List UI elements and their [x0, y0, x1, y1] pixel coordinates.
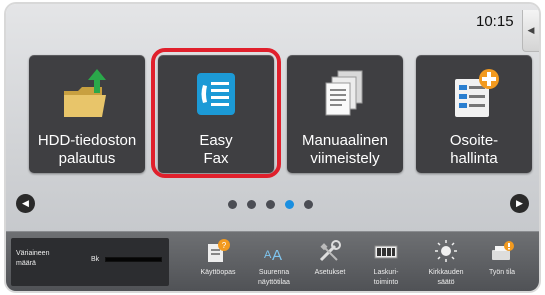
toner-level-bar — [105, 257, 162, 262]
bottom-item-label: Suurenna näyttötilaa — [258, 269, 290, 286]
chevron-right-icon: ▶ — [516, 198, 523, 208]
bottom-item-label: Asetukset — [314, 269, 346, 276]
address-book-add-icon — [416, 65, 532, 127]
tile-label: HDD-tiedoston palautus — [37, 132, 137, 167]
settings-button[interactable]: Asetukset — [302, 238, 358, 278]
next-page-button[interactable]: ▶ — [510, 194, 529, 213]
counter-icon — [358, 238, 414, 264]
svg-text:?: ? — [222, 241, 227, 250]
svg-text:A: A — [264, 249, 272, 261]
manual-icon: ? — [190, 238, 246, 264]
speaker-icon: ◀ — [527, 25, 535, 35]
svg-text:A: A — [272, 247, 282, 264]
tile-manual-finishing[interactable]: Manuaalinen viimeistely — [287, 55, 403, 173]
toner-color-label: Bk — [91, 256, 100, 263]
job-status-icon — [474, 238, 530, 264]
tile-label: Manuaalinen viimeistely — [302, 132, 388, 167]
page-dot-active[interactable] — [285, 200, 294, 209]
page-indicator — [228, 200, 313, 209]
page-dot[interactable] — [304, 200, 313, 209]
brightness-icon — [418, 238, 474, 264]
tile-hdd-restore[interactable]: HDD-tiedoston palautus — [29, 55, 145, 173]
side-tab[interactable]: ◀ — [522, 10, 539, 52]
tile-address-management[interactable]: Osoite- hallinta — [416, 55, 532, 173]
page-dot[interactable] — [247, 200, 256, 209]
documents-icon — [287, 65, 403, 127]
toner-level-panel: Väriaineen määrä Bk — [11, 238, 169, 286]
bottom-item-label: Työn tila — [488, 269, 516, 276]
bottom-item-label: Käyttöopas — [200, 269, 236, 276]
settings-tools-icon — [302, 238, 358, 264]
page-dot[interactable] — [228, 200, 237, 209]
chevron-left-icon: ◀ — [22, 198, 29, 208]
previous-page-button[interactable]: ◀ — [16, 194, 35, 213]
bottom-item-label: Laskuri- toiminto — [373, 269, 399, 286]
enlarge-display-button[interactable]: A A Suurenna näyttötilaa — [246, 238, 302, 288]
tile-label: Osoite- hallinta — [449, 132, 499, 167]
clock: 10:15 — [476, 13, 514, 30]
bottom-bar: Väriaineen määrä Bk ? Käyttöopas A A Suu… — [6, 231, 539, 291]
counter-button[interactable]: Laskuri- toiminto — [358, 238, 414, 288]
bottom-item-label: Kirkkauden säätö — [428, 269, 464, 286]
selection-highlight — [151, 48, 281, 178]
touch-panel-screen: 10:15 ◀ HDD-tiedoston palautus Easy Fax … — [6, 4, 539, 291]
toner-title: Väriaineen määrä — [16, 250, 50, 267]
manual-button[interactable]: ? Käyttöopas — [190, 238, 246, 278]
page-dot[interactable] — [266, 200, 275, 209]
folder-upload-icon — [29, 65, 145, 127]
job-status-button[interactable]: Työn tila — [474, 238, 530, 278]
brightness-button[interactable]: Kirkkauden säätö — [418, 238, 474, 288]
enlarge-text-icon: A A — [246, 238, 302, 264]
